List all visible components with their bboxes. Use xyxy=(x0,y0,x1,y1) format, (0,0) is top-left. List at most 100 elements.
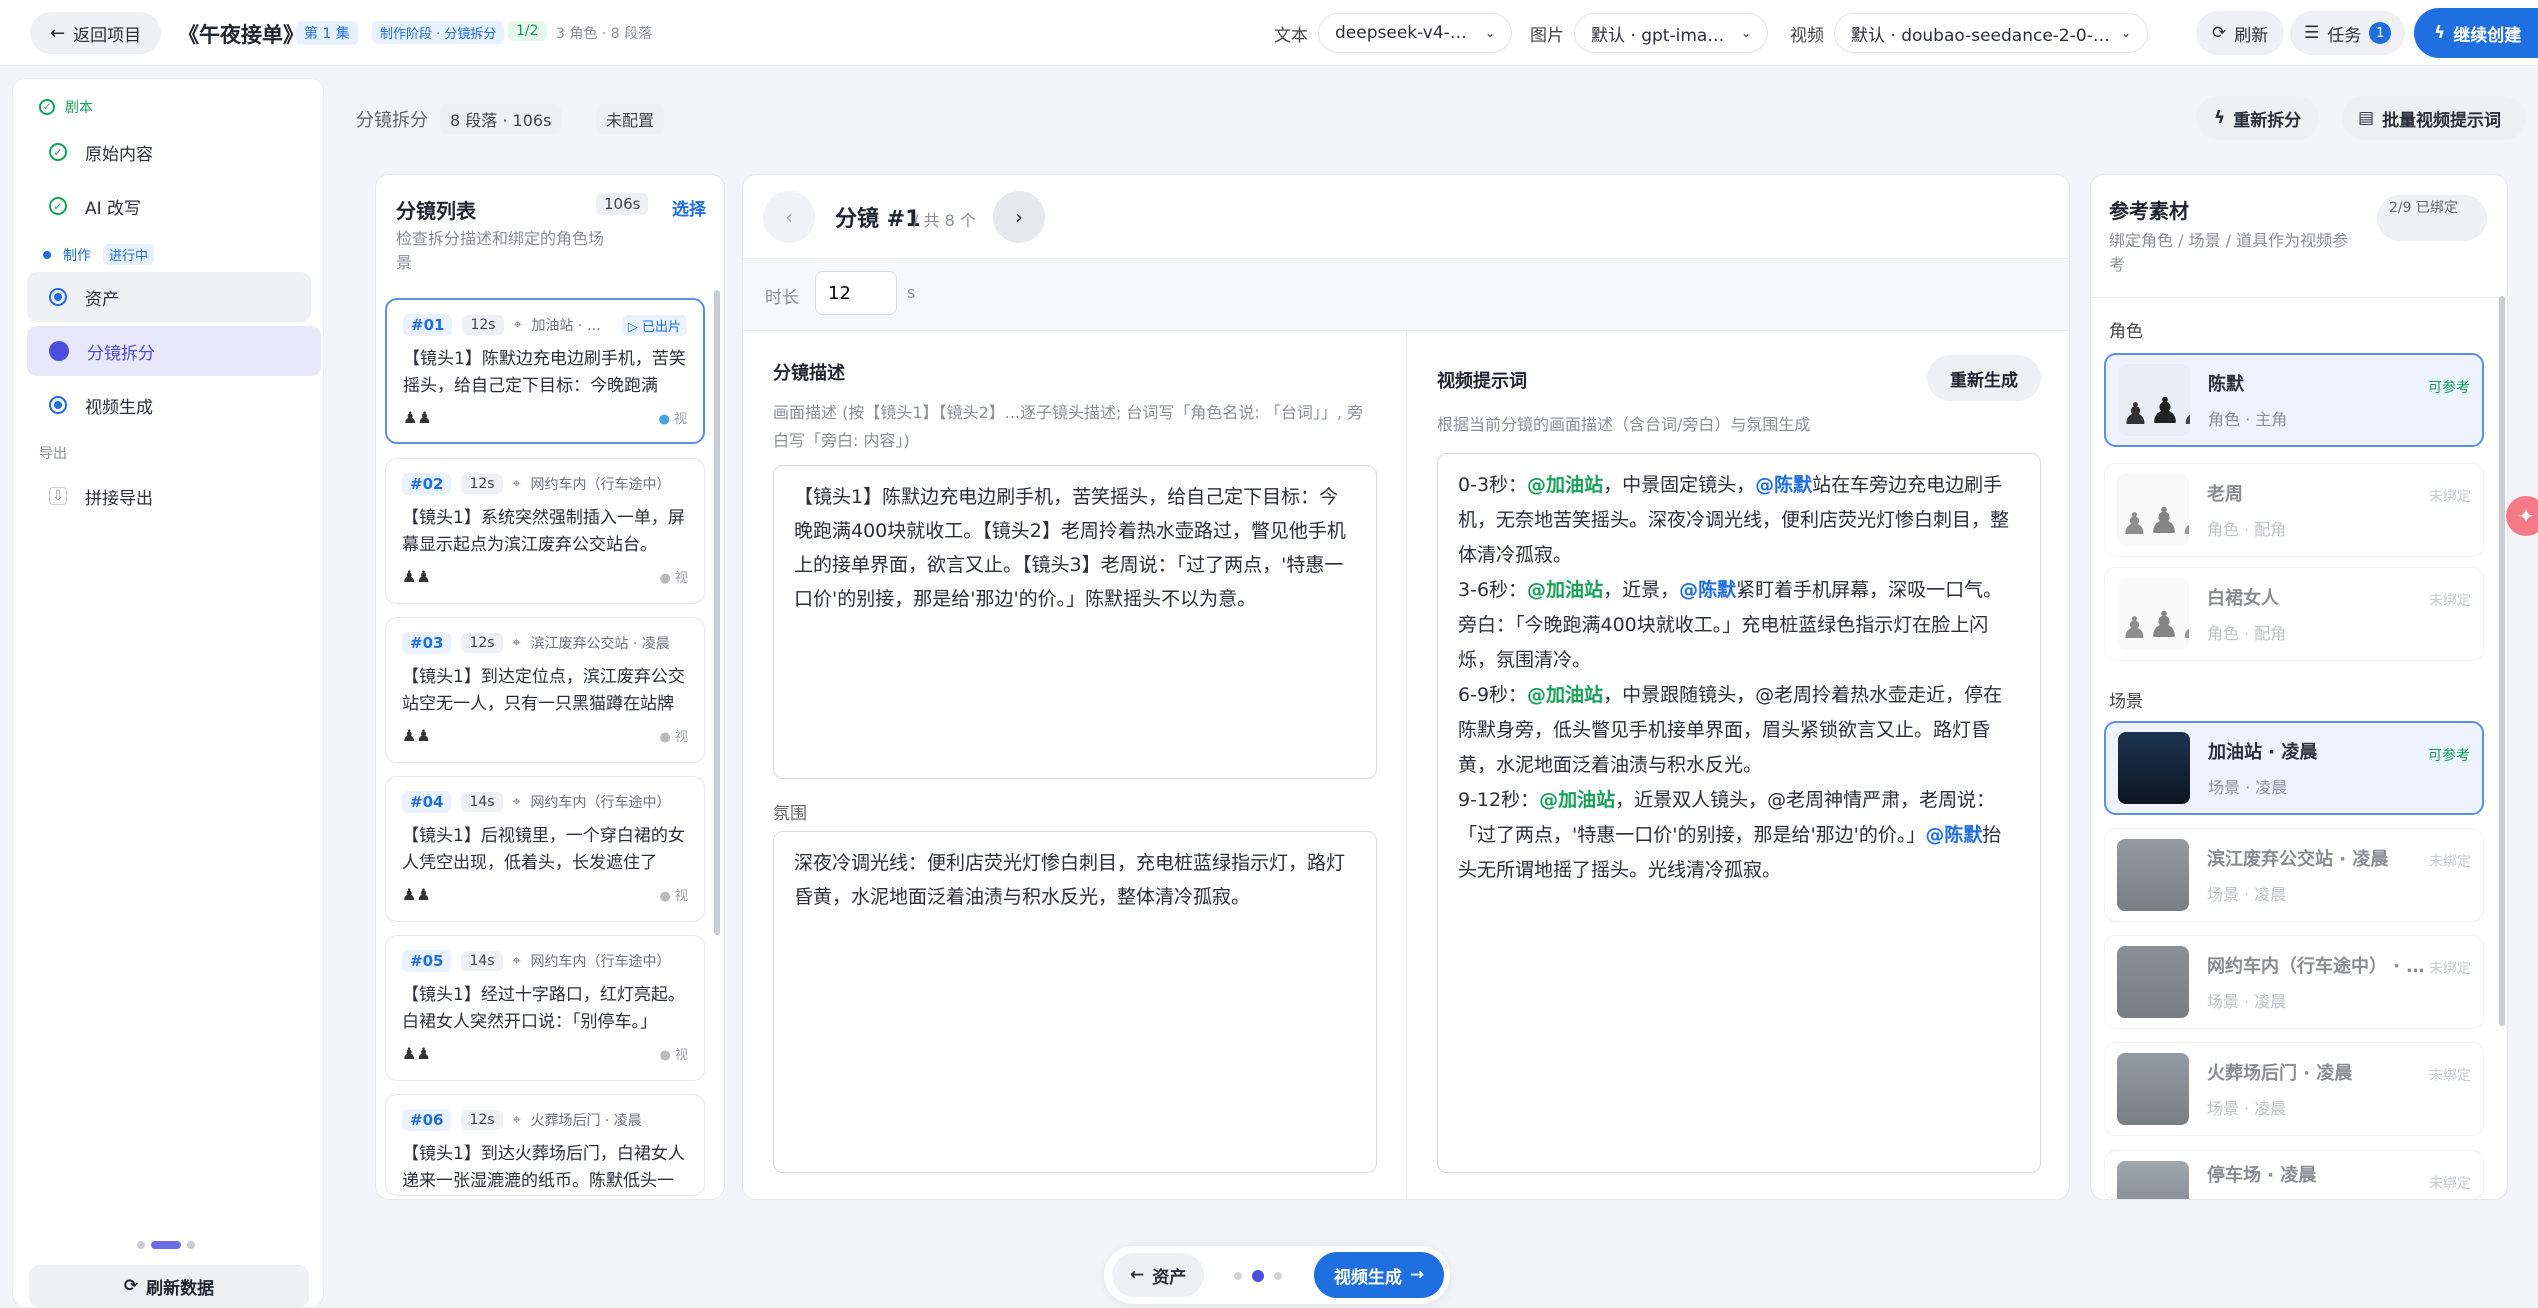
ref-sub: 场景 · 凌晨 xyxy=(2207,1099,2287,1118)
shot-card[interactable]: #04 14s ⌖ 网约车内（行车途中） 【镜头1】后视镜里，一个穿白裙的女人凭… xyxy=(385,776,705,922)
refresh-data-button[interactable]: ⟳ 刷新数据 xyxy=(29,1265,309,1307)
duration-label: 时长 xyxy=(765,288,799,308)
atmo-textarea[interactable]: 深夜冷调光线：便利店荧光灯惨白刺目，充电桩蓝绿指示灯，路灯昏黄，水泥地面泛着油渍… xyxy=(773,831,1377,1173)
sidebar-pager xyxy=(137,1241,195,1249)
sidebar-item-ai-rewrite[interactable]: ✓ AI 改写 xyxy=(27,181,311,231)
desc-textarea[interactable]: 【镜头1】陈默边充电边刷手机，苦笑摇头，给自己定下目标：今晚跑满400块就收工。… xyxy=(773,465,1377,779)
sidebar-item-storyboard[interactable]: 分镜拆分 xyxy=(27,326,321,376)
ref-status: 未绑定 xyxy=(2429,854,2471,870)
shot-card[interactable]: #06 12s ⌖ 火葬场后门 · 凌晨 【镜头1】到达火葬场后门，白裙女人递来… xyxy=(385,1094,705,1196)
ref-status: 未绑定 xyxy=(2429,1176,2471,1192)
chevron-left-icon: ‹ xyxy=(785,205,793,229)
sidebar-item-export[interactable]: ⇩ 拼接导出 xyxy=(27,471,311,521)
radio-dot-icon xyxy=(49,396,67,414)
regenerate-button[interactable]: 重新生成 xyxy=(1927,355,2041,401)
assistant-float-icon[interactable]: ✦ xyxy=(2506,496,2538,536)
shot-card[interactable]: #02 12s ⌖ 网约车内（行车途中） 【镜头1】系统突然强制插入一单，屏幕显… xyxy=(385,458,705,604)
scene-thumbnail-icon xyxy=(2117,1053,2189,1125)
ref-status: 未绑定 xyxy=(2429,489,2471,505)
role-section-label: 角色 xyxy=(2109,322,2143,342)
ref-sub: 场景 · 凌晨 xyxy=(2207,992,2287,1011)
role-ref-card[interactable]: ♟♟♟ 老周 角色 · 配角 未绑定 xyxy=(2104,463,2484,557)
check-icon: ✓ xyxy=(39,99,55,115)
sidebar-item-video[interactable]: 视频生成 xyxy=(27,380,311,430)
arrow-left-icon: ← xyxy=(50,22,66,44)
select-link[interactable]: 选择 xyxy=(672,195,706,220)
progress-tag: 1/2 xyxy=(508,21,547,41)
scene-ref-card[interactable]: 滨江废弃公交站 · 凌晨 场景 · 凌晨 未绑定 xyxy=(2104,828,2484,922)
scene-ref-card[interactable]: 停车场 · 凌晨 场景 · 凌晨 未绑定 xyxy=(2104,1150,2484,1200)
video-model-select[interactable]: 默认 · doubao-seedance-2-0-fa... ⌄ xyxy=(1834,13,2148,53)
shot-count: / 共 8 个 xyxy=(913,211,976,230)
shot-number: #01 xyxy=(403,314,453,336)
scene-thumbnail-icon xyxy=(2117,839,2189,911)
shot-number: #03 xyxy=(402,632,452,654)
tasks-button[interactable]: ☰ 任务 1 xyxy=(2290,11,2406,55)
prev-step-button[interactable]: ← 资产 xyxy=(1112,1253,1205,1297)
batch-prompt-button[interactable]: ▤ 批量视频提示词 xyxy=(2342,96,2526,140)
scene-thumbnail-icon xyxy=(2118,732,2190,804)
shot-text: 【镜头1】陈默边充电边刷手机，苦笑摇头，给自己定下目标：今晚跑满400块就收工。 xyxy=(403,349,686,396)
scene-ref-card[interactable]: 网约车内（行车途中） · 凌晨 场景 · 凌晨 未绑定 xyxy=(2104,935,2484,1029)
dot-icon xyxy=(43,250,51,259)
episode-tag: 第 1 集 xyxy=(296,21,358,45)
chevron-down-icon: ⌄ xyxy=(1740,26,1751,40)
active-dot-icon xyxy=(49,341,69,361)
location-pin-icon: ⌖ xyxy=(512,794,521,810)
prompt-title: 视频提示词 xyxy=(1437,371,1527,392)
shot-number: #04 xyxy=(402,791,452,813)
resplit-button[interactable]: ϟ 重新拆分 xyxy=(2196,96,2320,140)
refresh-button[interactable]: ⟳ 刷新 xyxy=(2196,11,2285,55)
status-badge: 进行中 xyxy=(103,244,155,265)
toolbar-title: 分镜拆分 xyxy=(356,110,428,131)
shot-card[interactable]: #05 14s ⌖ 网约车内（行车途中） 【镜头1】经过十字路口，红灯亮起。白裙… xyxy=(385,935,705,1081)
scene-ref-card[interactable]: 火葬场后门 · 凌晨 场景 · 凌晨 未绑定 xyxy=(2104,1042,2484,1136)
shot-foot: ● 视 xyxy=(659,571,689,586)
role-ref-card[interactable]: ♟♟♟ 白裙女人 角色 · 配角 未绑定 xyxy=(2104,567,2484,661)
next-shot-button[interactable]: › xyxy=(993,191,1045,243)
character-avatars-icon: ♟♟ xyxy=(402,885,431,904)
sidebar-item-original[interactable]: ✓ 原始内容 xyxy=(27,127,311,177)
tasks-count-badge: 1 xyxy=(2369,22,2392,44)
shot-card[interactable]: #03 12s ⌖ 滨江废弃公交站 · 凌晨 【镜头1】到达定位点，滨江废弃公交… xyxy=(385,617,705,763)
next-step-button[interactable]: 视频生成 → xyxy=(1314,1252,1444,1298)
continue-button[interactable]: ϟ 继续创建 xyxy=(2414,8,2538,58)
scene-ref-card[interactable]: 加油站 · 凌晨 场景 · 凌晨 可参考 xyxy=(2104,721,2484,815)
prompt-line: 9-12秒：@加油站，近景双人镜头，@老周神情严肃，老周说：「过了两点，'特惠一… xyxy=(1458,789,2002,881)
text-model-select[interactable]: deepseek-v4-flash⌄ xyxy=(1318,13,1512,53)
prompt-hint: 根据当前分镜的画面描述（含台词/旁白）与氛围生成 xyxy=(1437,415,1811,434)
refresh-icon: ⟳ xyxy=(123,1276,139,1296)
location-pin-icon: ⌖ xyxy=(512,635,521,651)
shot-duration: 12s xyxy=(461,1110,503,1130)
shot-card[interactable]: #01 12s ⌖ 加油站 · 凌晨 ▷ 已出片 【镜头1】陈默边充电边刷手机，… xyxy=(385,298,705,444)
shot-text: 【镜头1】后视镜里，一个穿白裙的女人凭空出现，低着头，长发遮住了脸。 xyxy=(402,826,685,873)
sidebar-item-assets[interactable]: 资产 xyxy=(27,272,311,322)
shot-foot: ● 视 xyxy=(659,1048,689,1063)
shot-duration: 12s xyxy=(461,474,503,494)
ref-name: 白裙女人 xyxy=(2207,588,2279,609)
ref-name: 网约车内（行车途中） · 凌晨 xyxy=(2207,956,2427,977)
prev-shot-button[interactable]: ‹ xyxy=(763,191,815,243)
character-avatars-icon: ♟♟ xyxy=(403,408,432,427)
role-ref-card[interactable]: ♟♟♟ 陈默 角色 · 主角 可参考 xyxy=(2104,353,2484,447)
tasks-icon: ☰ xyxy=(2304,23,2320,43)
ref-name: 陈默 xyxy=(2208,374,2244,395)
shot-title: 分镜 #1 xyxy=(835,207,921,232)
document-icon: ▤ xyxy=(2358,108,2375,128)
project-meta: 3 角色 · 8 段落 xyxy=(556,26,653,42)
image-model-select[interactable]: 默认 · gpt-image-2 ⌄ xyxy=(1574,13,1768,53)
character-avatars-icon: ♟♟ xyxy=(402,726,431,745)
shot-list-hint: 检查拆分描述和绑定的角色场景 xyxy=(396,229,605,272)
mention-tag: @陈默 xyxy=(1679,579,1737,601)
check-circle-icon: ✓ xyxy=(49,143,67,161)
project-title: 《午夜接单》 xyxy=(178,23,304,47)
config-status-badge: 未配置 xyxy=(596,104,665,134)
ref-sub: 场景 · 凌晨 xyxy=(2207,1197,2471,1199)
back-button[interactable]: ← 返回项目 xyxy=(30,12,162,54)
ref-name: 老周 xyxy=(2207,484,2243,505)
shot-list-scrollbar[interactable] xyxy=(714,290,720,935)
duration-input[interactable] xyxy=(815,271,897,315)
ref-scrollbar[interactable] xyxy=(2499,296,2505,1026)
prompt-textarea[interactable]: 0-3秒：@加油站，中景固定镜头，@陈默站在车旁边充电边刷手机，无奈地苦笑摇头。… xyxy=(1437,453,2041,1173)
character-avatars-icon: ♟♟ xyxy=(402,567,431,586)
